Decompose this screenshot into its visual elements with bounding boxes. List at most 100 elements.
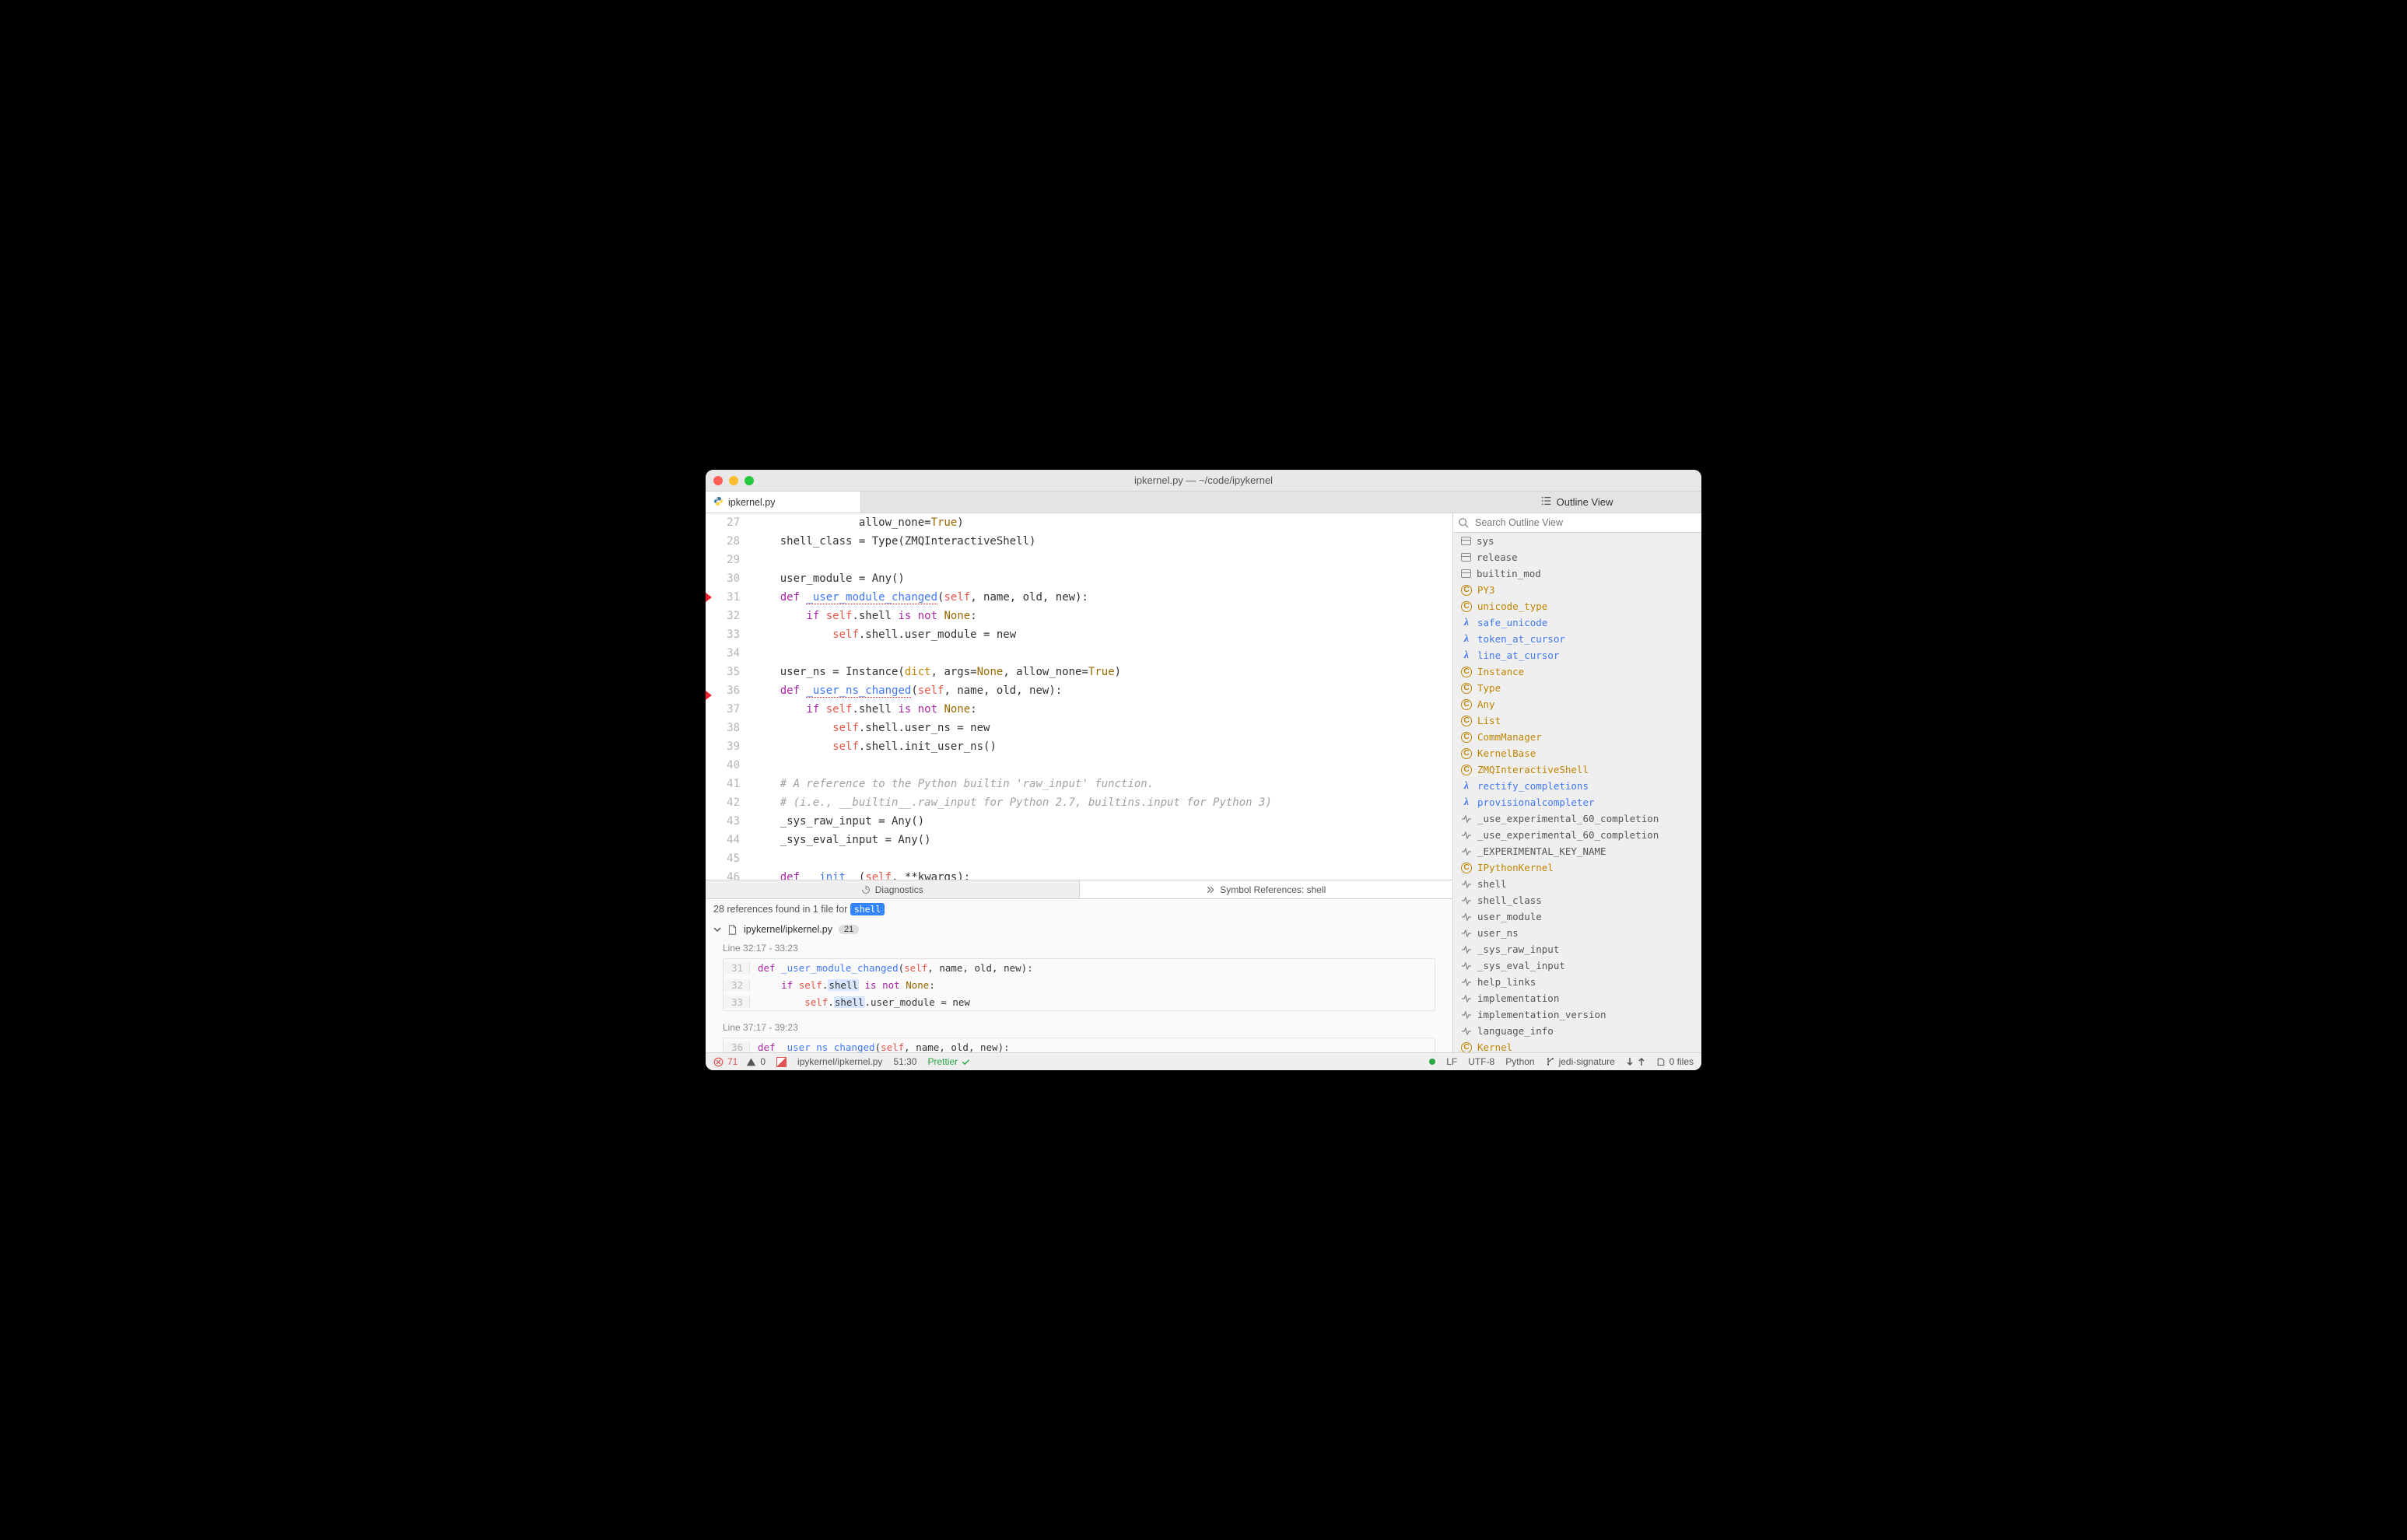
class-icon: C [1461,716,1472,726]
outline-item[interactable]: λprovisionalcompleter [1453,794,1701,810]
references-file-row[interactable]: ipykernel/ipkernel.py 21 [706,919,1452,940]
outline-item[interactable]: CPY3 [1453,582,1701,598]
class-icon: C [1461,732,1472,743]
outline-item[interactable]: λrectify_completions [1453,778,1701,794]
line-marker [706,667,716,686]
outline-item[interactable]: implementation_version [1453,1006,1701,1023]
code-line[interactable]: user_ns = Instance(dict, args=None, allo… [754,663,1452,681]
outline-item[interactable]: Cunicode_type [1453,598,1701,614]
status-arrows[interactable] [1626,1057,1645,1066]
status-encoding[interactable]: UTF-8 [1468,1056,1494,1067]
reference-snippet[interactable]: 36def _user_ns_changed(self, name, old, … [723,1038,1435,1052]
code-line[interactable]: self.shell.user_module = new [754,625,1452,644]
outline-item[interactable]: CCommManager [1453,729,1701,745]
outline-item[interactable]: release [1453,549,1701,565]
status-kernel[interactable]: jedi-signature [1546,1056,1615,1067]
outline-panel-header[interactable]: Outline View [1452,492,1701,513]
code-line[interactable]: allow_none=True) [754,513,1452,532]
function-icon: λ [1461,650,1472,661]
snippet-code: def _user_ns_changed(self, name, old, ne… [750,1041,1010,1053]
line-marker [706,513,716,532]
editor-tab-label: ipkernel.py [728,497,775,508]
code-line[interactable]: def _user_ns_changed(self, name, old, ne… [754,681,1452,700]
code-line[interactable]: _sys_raw_input = Any() [754,812,1452,831]
line-marker [706,569,716,588]
outline-item[interactable]: help_links [1453,974,1701,990]
status-diagnostics[interactable]: 71 0 [713,1056,766,1067]
outline-item[interactable]: CAny [1453,696,1701,712]
outline-search-input[interactable] [1473,516,1697,529]
references-groups: Line 32:17 - 33:2331def _user_module_cha… [706,940,1452,1052]
reference-snippet[interactable]: 31def _user_module_changed(self, name, o… [723,958,1435,1011]
snippet-row[interactable]: 31def _user_module_changed(self, name, o… [724,959,1435,976]
code-line[interactable]: if self.shell is not None: [754,700,1452,719]
status-note-icon-wrap[interactable] [776,1057,787,1067]
code-line[interactable]: def _user_module_changed(self, name, old… [754,588,1452,607]
code-line[interactable] [754,644,1452,663]
outline-item[interactable]: user_module [1453,908,1701,925]
code-line[interactable]: user_module = Any() [754,569,1452,588]
line-marker [706,859,716,877]
outline-item[interactable]: CKernelBase [1453,745,1701,761]
dock-body[interactable]: 28 references found in 1 file for shell … [706,899,1452,1052]
line-marker [706,691,716,709]
outline-item[interactable]: implementation [1453,990,1701,1006]
snippet-row[interactable]: 33 self.shell.user_module = new [724,993,1435,1010]
outline-item[interactable]: λtoken_at_cursor [1453,631,1701,647]
code-line[interactable]: shell_class = Type(ZMQInteractiveShell) [754,532,1452,551]
snippet-row[interactable]: 32 if self.shell is not None: [724,976,1435,993]
outline-item[interactable]: CIPythonKernel [1453,859,1701,876]
references-icon [1206,885,1215,894]
outline-item[interactable]: CInstance [1453,663,1701,680]
outline-item[interactable]: CType [1453,680,1701,696]
code-line[interactable]: def __init__(self, **kwargs): [754,868,1452,880]
code-line[interactable] [754,551,1452,569]
module-icon [1461,569,1471,578]
line-number: 36 [716,681,740,700]
code-line[interactable]: _sys_eval_input = Any() [754,831,1452,849]
code-line[interactable] [754,849,1452,868]
outline-item[interactable]: sys [1453,533,1701,549]
class-icon: C [1461,699,1472,710]
function-icon: λ [1461,618,1472,628]
outline-item[interactable]: _EXPERIMENTAL_KEY_NAME [1453,843,1701,859]
code-line[interactable]: if self.shell is not None: [754,607,1452,625]
outline-item[interactable]: shell_class [1453,892,1701,908]
outline-item[interactable]: shell [1453,876,1701,892]
code-line[interactable] [754,756,1452,775]
status-file-path[interactable]: ipykernel/ipkernel.py [797,1056,882,1067]
outline-list[interactable]: sysreleasebuiltin_modCPY3Cunicode_typeλs… [1453,533,1701,1052]
code-editor[interactable]: 2728293031323334353637383940414243444546… [706,513,1452,880]
line-marker [706,649,716,667]
outline-item[interactable]: _use_experimental_60_completion [1453,827,1701,843]
snippet-row[interactable]: 36def _user_ns_changed(self, name, old, … [724,1038,1435,1052]
status-eol[interactable]: LF [1446,1056,1457,1067]
outline-item[interactable]: builtin_mod [1453,565,1701,582]
line-number: 41 [716,775,740,793]
dock-tab-diagnostics[interactable]: Diagnostics [706,880,1080,898]
outline-item[interactable]: user_ns [1453,925,1701,941]
code-line[interactable]: # (i.e., __builtin__.raw_input for Pytho… [754,793,1452,812]
status-cursor-position[interactable]: 51:30 [893,1056,916,1067]
dock-tab-references[interactable]: Symbol References: shell [1080,880,1453,898]
status-sync[interactable] [1429,1059,1435,1065]
outline-item[interactable]: language_info [1453,1023,1701,1039]
outline-item[interactable]: CKernel [1453,1039,1701,1052]
outline-item[interactable]: CZMQInteractiveShell [1453,761,1701,778]
line-number: 35 [716,663,740,681]
outline-item[interactable]: _sys_eval_input [1453,957,1701,974]
outline-item[interactable]: λsafe_unicode [1453,614,1701,631]
status-prettier[interactable]: Prettier [927,1056,970,1067]
status-language[interactable]: Python [1505,1056,1534,1067]
code-line[interactable]: self.shell.user_ns = new [754,719,1452,737]
code-line[interactable]: # A reference to the Python builtin 'raw… [754,775,1452,793]
code-line[interactable]: self.shell.init_user_ns() [754,737,1452,756]
outline-item[interactable]: CList [1453,712,1701,729]
outline-item[interactable]: λline_at_cursor [1453,647,1701,663]
code-lines[interactable]: allow_none=True) shell_class = Type(ZMQI… [748,513,1452,880]
outline-item[interactable]: _use_experimental_60_completion [1453,810,1701,827]
status-files[interactable]: 0 files [1656,1056,1694,1067]
variable-icon [1461,846,1472,857]
editor-tab-ipkernel[interactable]: ipkernel.py [706,492,861,513]
outline-item[interactable]: _sys_raw_input [1453,941,1701,957]
